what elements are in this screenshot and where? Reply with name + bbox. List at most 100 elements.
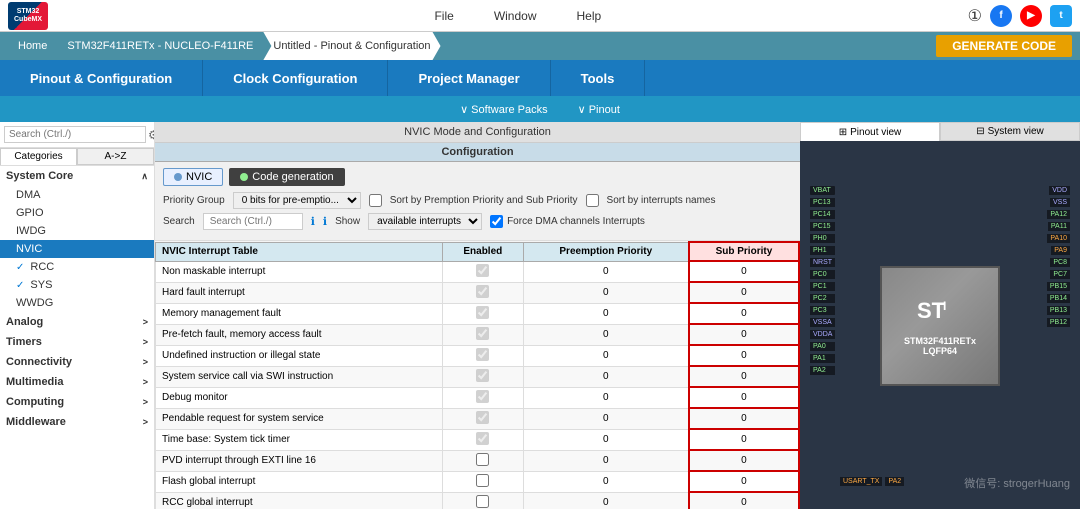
pin-pc0: PC0 — [810, 270, 835, 279]
menu-file[interactable]: File — [434, 9, 453, 23]
menu-window[interactable]: Window — [494, 9, 537, 23]
show-label: Show — [335, 216, 360, 227]
preemption-priority: 0 — [523, 429, 689, 450]
middleware-label: Middleware — [6, 416, 66, 428]
facebook-icon[interactable]: f — [990, 5, 1012, 27]
pin-ph0: PH0 — [810, 234, 835, 243]
pin-vbat: VBAT — [810, 186, 835, 195]
sidebar-item-rcc[interactable]: RCC — [0, 258, 154, 276]
breadcrumb-project[interactable]: Untitled - Pinout & Configuration — [263, 32, 440, 60]
config-title: NVIC Mode and Configuration — [155, 122, 800, 143]
pin-pa11: PA11 — [1048, 222, 1070, 231]
sort-names-checkbox[interactable] — [586, 194, 599, 207]
codegen-mode-button[interactable]: Code generation — [229, 168, 344, 186]
sub-priority: 0 — [689, 450, 799, 471]
search-label: Search — [163, 216, 195, 227]
sidebar-item-sys[interactable]: SYS — [0, 276, 154, 294]
interrupt-enabled-checkbox[interactable] — [476, 495, 489, 508]
sidebar-item-nvic[interactable]: NVIC — [0, 240, 154, 258]
expand-arrow-computing: > — [143, 397, 148, 407]
sidebar-search-input[interactable] — [4, 126, 146, 143]
tab-system-view[interactable]: ⊟ System view — [940, 122, 1080, 141]
preemption-priority: 0 — [523, 387, 689, 408]
interrupt-enabled-checkbox[interactable] — [476, 411, 489, 424]
table-row: Debug monitor00 — [156, 387, 800, 408]
expand-arrow-middleware: > — [143, 417, 148, 427]
youtube-icon[interactable]: ▶ — [1020, 5, 1042, 27]
nvic-mode-button[interactable]: NVIC — [163, 168, 223, 186]
interrupt-enabled-checkbox[interactable] — [476, 327, 489, 340]
sidebar-item-wwdg[interactable]: WWDG — [0, 294, 154, 312]
logo: STM32CubeMX — [8, 2, 48, 30]
interrupt-enabled-checkbox[interactable] — [476, 264, 489, 277]
menu-bar: File Window Help — [68, 9, 968, 23]
info2-icon[interactable]: ℹ — [323, 215, 327, 228]
interrupt-enabled-checkbox[interactable] — [476, 306, 489, 319]
tab-clock-configuration[interactable]: Clock Configuration — [203, 60, 388, 96]
breadcrumb-bar: Home STM32F411RETx - NUCLEO-F411RE Untit… — [0, 32, 1080, 60]
menu-help[interactable]: Help — [577, 9, 602, 23]
sidebar-section-header-timers[interactable]: Timers > — [0, 332, 154, 352]
preemption-priority: 0 — [523, 324, 689, 345]
sidebar-item-dma[interactable]: DMA — [0, 186, 154, 204]
sub-tab-bar: ∨ Software Packs ∨ Pinout — [0, 96, 1080, 122]
force-dma-checkbox[interactable] — [490, 215, 503, 228]
dma-label: DMA — [16, 189, 40, 201]
config-panel: NVIC Mode and Configuration Configuratio… — [155, 122, 800, 509]
interrupt-enabled-checkbox[interactable] — [476, 453, 489, 466]
pin-pc3: PC3 — [810, 306, 835, 315]
tab-project-manager[interactable]: Project Manager — [388, 60, 550, 96]
preemption-priority: 0 — [523, 303, 689, 324]
subtab-pinout[interactable]: ∨ Pinout — [578, 103, 620, 116]
interrupt-enabled-checkbox[interactable] — [476, 390, 489, 403]
show-select[interactable]: available interrupts — [368, 213, 482, 230]
interrupt-enabled-checkbox[interactable] — [476, 369, 489, 382]
pin-pa1: PA1 — [810, 354, 835, 363]
breadcrumb-home[interactable]: Home — [8, 32, 57, 60]
tab-tools[interactable]: Tools — [551, 60, 646, 96]
twitter-icon[interactable]: t — [1050, 5, 1072, 27]
pin-pc1: PC1 — [810, 282, 835, 291]
sidebar-section-header-multimedia[interactable]: Multimedia > — [0, 372, 154, 392]
sort-preemption-checkbox[interactable] — [369, 194, 382, 207]
sidebar-item-gpio[interactable]: GPIO — [0, 204, 154, 222]
connectivity-label: Connectivity — [6, 356, 72, 368]
preemption-priority: 0 — [523, 492, 689, 509]
sidebar-section-header-system-core[interactable]: System Core ∧ — [0, 166, 154, 186]
subtab-software-packs[interactable]: ∨ Software Packs — [460, 103, 548, 116]
preemption-priority: 0 — [523, 450, 689, 471]
tab-pinout-view[interactable]: ⊞ Pinout view — [800, 122, 940, 141]
sub-priority: 0 — [689, 303, 799, 324]
interrupt-enabled-checkbox[interactable] — [476, 285, 489, 298]
pin-vssa: VSSA — [810, 318, 835, 327]
codegen-dot — [240, 173, 248, 181]
interrupt-enabled — [442, 324, 523, 345]
sidebar-section-header-middleware[interactable]: Middleware > — [0, 412, 154, 432]
sidebar-section-header-connectivity[interactable]: Connectivity > — [0, 352, 154, 372]
sub-priority: 0 — [689, 366, 799, 387]
sidebar-section-header-computing[interactable]: Computing > — [0, 392, 154, 412]
interrupt-enabled-checkbox[interactable] — [476, 348, 489, 361]
breadcrumb-device[interactable]: STM32F411RETx - NUCLEO-F411RE — [57, 32, 263, 60]
interrupt-enabled-checkbox[interactable] — [476, 474, 489, 487]
sidebar-section-header-analog[interactable]: Analog > — [0, 312, 154, 332]
chip-package-label: LQFP64 — [923, 346, 957, 356]
sidebar-tab-categories[interactable]: Categories — [0, 148, 77, 165]
table-row: Undefined instruction or illegal state00 — [156, 345, 800, 366]
info-icon[interactable]: ℹ — [311, 215, 315, 228]
pin-pa2-bot: PA2 — [885, 477, 904, 486]
priority-group-select[interactable]: 0 bits for pre-emptio... — [233, 192, 361, 209]
interrupt-name: Non maskable interrupt — [156, 261, 443, 282]
sidebar-tab-az[interactable]: A->Z — [77, 148, 154, 165]
pin-pa2: PA2 — [810, 366, 835, 375]
generate-code-button[interactable]: GENERATE CODE — [936, 35, 1072, 57]
table-row: Non maskable interrupt00 — [156, 261, 800, 282]
sidebar-item-iwdg[interactable]: IWDG — [0, 222, 154, 240]
gear-icon[interactable]: ⚙ — [148, 128, 155, 142]
interrupt-name: Debug monitor — [156, 387, 443, 408]
interrupt-enabled-checkbox[interactable] — [476, 432, 489, 445]
version-badge: ① — [968, 6, 982, 26]
sub-priority: 0 — [689, 282, 799, 303]
search-input[interactable] — [203, 213, 303, 230]
tab-pinout-configuration[interactable]: Pinout & Configuration — [0, 60, 203, 96]
